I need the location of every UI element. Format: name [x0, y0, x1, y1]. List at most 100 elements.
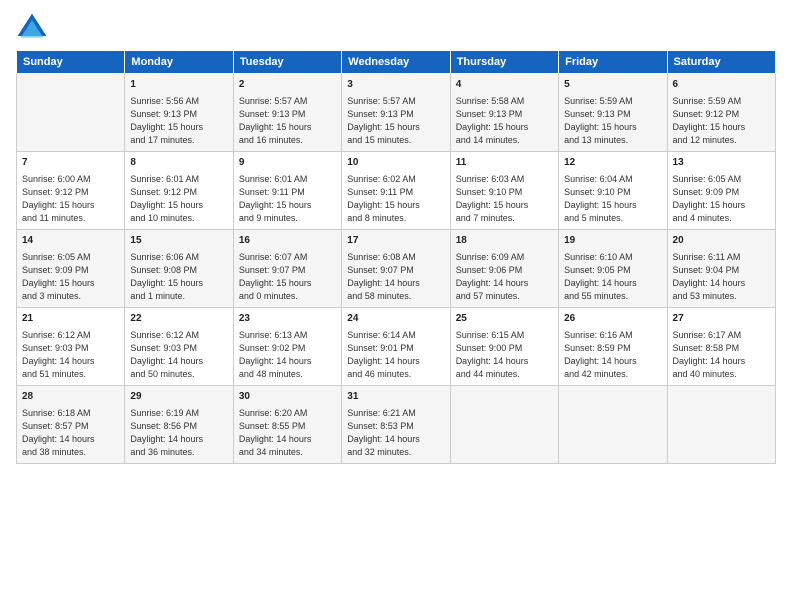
calendar-cell: 8 Sunrise: 6:01 AM Sunset: 9:12 PM Daylig… — [125, 152, 233, 230]
cell-content: Sunrise: 6:14 AM Sunset: 9:01 PM Dayligh… — [347, 329, 444, 381]
day-number: 7 — [22, 156, 119, 171]
day-number: 17 — [347, 234, 444, 249]
calendar-cell: 3 Sunrise: 5:57 AM Sunset: 9:13 PM Daylig… — [342, 74, 450, 152]
calendar-cell: 31 Sunrise: 6:21 AM Sunset: 8:53 PM Dayli… — [342, 386, 450, 464]
calendar-cell: 15 Sunrise: 6:06 AM Sunset: 9:08 PM Dayli… — [125, 230, 233, 308]
day-number: 4 — [456, 78, 553, 93]
calendar-cell: 6 Sunrise: 5:59 AM Sunset: 9:12 PM Daylig… — [667, 74, 775, 152]
cell-content: Sunrise: 6:16 AM Sunset: 8:59 PM Dayligh… — [564, 329, 661, 381]
calendar-week-row: 1 Sunrise: 5:56 AM Sunset: 9:13 PM Daylig… — [17, 74, 776, 152]
cell-content: Sunrise: 6:04 AM Sunset: 9:10 PM Dayligh… — [564, 173, 661, 225]
cell-content: Sunrise: 6:21 AM Sunset: 8:53 PM Dayligh… — [347, 407, 444, 459]
cell-content: Sunrise: 6:15 AM Sunset: 9:00 PM Dayligh… — [456, 329, 553, 381]
cell-content: Sunrise: 5:59 AM Sunset: 9:12 PM Dayligh… — [673, 95, 770, 147]
day-number: 11 — [456, 156, 553, 171]
cell-content: Sunrise: 6:01 AM Sunset: 9:11 PM Dayligh… — [239, 173, 336, 225]
day-number: 26 — [564, 312, 661, 327]
calendar-cell: 30 Sunrise: 6:20 AM Sunset: 8:55 PM Dayli… — [233, 386, 341, 464]
cell-content: Sunrise: 5:58 AM Sunset: 9:13 PM Dayligh… — [456, 95, 553, 147]
calendar-cell: 10 Sunrise: 6:02 AM Sunset: 9:11 PM Dayli… — [342, 152, 450, 230]
cell-content: Sunrise: 6:06 AM Sunset: 9:08 PM Dayligh… — [130, 251, 227, 303]
calendar-cell: 21Sunrise: 6:12 AM Sunset: 9:03 PM Dayli… — [17, 308, 125, 386]
col-monday: Monday — [125, 51, 233, 74]
calendar-week-row: 14Sunrise: 6:05 AM Sunset: 9:09 PM Dayli… — [17, 230, 776, 308]
calendar-cell: 23Sunrise: 6:13 AM Sunset: 9:02 PM Dayli… — [233, 308, 341, 386]
logo — [16, 12, 52, 44]
cell-content: Sunrise: 5:59 AM Sunset: 9:13 PM Dayligh… — [564, 95, 661, 147]
day-number: 27 — [673, 312, 770, 327]
day-number: 2 — [239, 78, 336, 93]
day-number: 15 — [130, 234, 227, 249]
cell-content: Sunrise: 6:13 AM Sunset: 9:02 PM Dayligh… — [239, 329, 336, 381]
header-row: Sunday Monday Tuesday Wednesday Thursday… — [17, 51, 776, 74]
day-number: 1 — [130, 78, 227, 93]
calendar-table: Sunday Monday Tuesday Wednesday Thursday… — [16, 50, 776, 464]
col-thursday: Thursday — [450, 51, 558, 74]
calendar-cell: 18 Sunrise: 6:09 AM Sunset: 9:06 PM Dayli… — [450, 230, 558, 308]
day-number: 8 — [130, 156, 227, 171]
cell-content: Sunrise: 6:01 AM Sunset: 9:12 PM Dayligh… — [130, 173, 227, 225]
calendar-week-row: 21Sunrise: 6:12 AM Sunset: 9:03 PM Dayli… — [17, 308, 776, 386]
cell-content: Sunrise: 5:57 AM Sunset: 9:13 PM Dayligh… — [347, 95, 444, 147]
cell-content: Sunrise: 6:10 AM Sunset: 9:05 PM Dayligh… — [564, 251, 661, 303]
calendar-cell: 12 Sunrise: 6:04 AM Sunset: 9:10 PM Dayli… — [559, 152, 667, 230]
calendar-cell — [450, 386, 558, 464]
cell-content: Sunrise: 6:12 AM Sunset: 9:03 PM Dayligh… — [22, 329, 119, 381]
calendar-cell: 28 Sunrise: 6:18 AM Sunset: 8:57 PM Dayli… — [17, 386, 125, 464]
col-tuesday: Tuesday — [233, 51, 341, 74]
calendar-cell: 2 Sunrise: 5:57 AM Sunset: 9:13 PM Daylig… — [233, 74, 341, 152]
day-number: 5 — [564, 78, 661, 93]
cell-content: Sunrise: 6:19 AM Sunset: 8:56 PM Dayligh… — [130, 407, 227, 459]
day-number: 3 — [347, 78, 444, 93]
calendar-cell: 25 Sunrise: 6:15 AM Sunset: 9:00 PM Dayli… — [450, 308, 558, 386]
day-number: 24 — [347, 312, 444, 327]
col-saturday: Saturday — [667, 51, 775, 74]
cell-content: Sunrise: 5:57 AM Sunset: 9:13 PM Dayligh… — [239, 95, 336, 147]
day-number: 13 — [673, 156, 770, 171]
day-number: 18 — [456, 234, 553, 249]
cell-content: Sunrise: 6:02 AM Sunset: 9:11 PM Dayligh… — [347, 173, 444, 225]
calendar-cell: 20Sunrise: 6:11 AM Sunset: 9:04 PM Dayli… — [667, 230, 775, 308]
day-number: 22 — [130, 312, 227, 327]
calendar-cell: 24 Sunrise: 6:14 AM Sunset: 9:01 PM Dayli… — [342, 308, 450, 386]
calendar-cell: 13 Sunrise: 6:05 AM Sunset: 9:09 PM Dayli… — [667, 152, 775, 230]
cell-content: Sunrise: 5:56 AM Sunset: 9:13 PM Dayligh… — [130, 95, 227, 147]
calendar-cell: 11Sunrise: 6:03 AM Sunset: 9:10 PM Dayli… — [450, 152, 558, 230]
calendar-cell: 16Sunrise: 6:07 AM Sunset: 9:07 PM Dayli… — [233, 230, 341, 308]
logo-icon — [16, 12, 48, 44]
calendar-cell: 22Sunrise: 6:12 AM Sunset: 9:03 PM Dayli… — [125, 308, 233, 386]
day-number: 12 — [564, 156, 661, 171]
day-number: 10 — [347, 156, 444, 171]
day-number: 6 — [673, 78, 770, 93]
day-number: 28 — [22, 390, 119, 405]
cell-content: Sunrise: 6:00 AM Sunset: 9:12 PM Dayligh… — [22, 173, 119, 225]
calendar-body: 1 Sunrise: 5:56 AM Sunset: 9:13 PM Daylig… — [17, 74, 776, 464]
cell-content: Sunrise: 6:09 AM Sunset: 9:06 PM Dayligh… — [456, 251, 553, 303]
cell-content: Sunrise: 6:17 AM Sunset: 8:58 PM Dayligh… — [673, 329, 770, 381]
day-number: 29 — [130, 390, 227, 405]
calendar-cell — [667, 386, 775, 464]
day-number: 30 — [239, 390, 336, 405]
calendar-cell: 14Sunrise: 6:05 AM Sunset: 9:09 PM Dayli… — [17, 230, 125, 308]
day-number: 31 — [347, 390, 444, 405]
calendar-week-row: 28 Sunrise: 6:18 AM Sunset: 8:57 PM Dayli… — [17, 386, 776, 464]
cell-content: Sunrise: 6:05 AM Sunset: 9:09 PM Dayligh… — [673, 173, 770, 225]
day-number: 14 — [22, 234, 119, 249]
calendar-cell: 29 Sunrise: 6:19 AM Sunset: 8:56 PM Dayli… — [125, 386, 233, 464]
day-number: 25 — [456, 312, 553, 327]
calendar-cell: 26 Sunrise: 6:16 AM Sunset: 8:59 PM Dayli… — [559, 308, 667, 386]
page-container: Sunday Monday Tuesday Wednesday Thursday… — [0, 0, 792, 612]
calendar-week-row: 7 Sunrise: 6:00 AM Sunset: 9:12 PM Daylig… — [17, 152, 776, 230]
cell-content: Sunrise: 6:18 AM Sunset: 8:57 PM Dayligh… — [22, 407, 119, 459]
calendar-cell: 4 Sunrise: 5:58 AM Sunset: 9:13 PM Daylig… — [450, 74, 558, 152]
cell-content: Sunrise: 6:08 AM Sunset: 9:07 PM Dayligh… — [347, 251, 444, 303]
calendar-cell: 9Sunrise: 6:01 AM Sunset: 9:11 PM Daylig… — [233, 152, 341, 230]
day-number: 19 — [564, 234, 661, 249]
day-number: 20 — [673, 234, 770, 249]
calendar-cell: 5 Sunrise: 5:59 AM Sunset: 9:13 PM Daylig… — [559, 74, 667, 152]
calendar-cell: 7 Sunrise: 6:00 AM Sunset: 9:12 PM Daylig… — [17, 152, 125, 230]
cell-content: Sunrise: 6:20 AM Sunset: 8:55 PM Dayligh… — [239, 407, 336, 459]
cell-content: Sunrise: 6:07 AM Sunset: 9:07 PM Dayligh… — [239, 251, 336, 303]
calendar-cell — [559, 386, 667, 464]
col-wednesday: Wednesday — [342, 51, 450, 74]
